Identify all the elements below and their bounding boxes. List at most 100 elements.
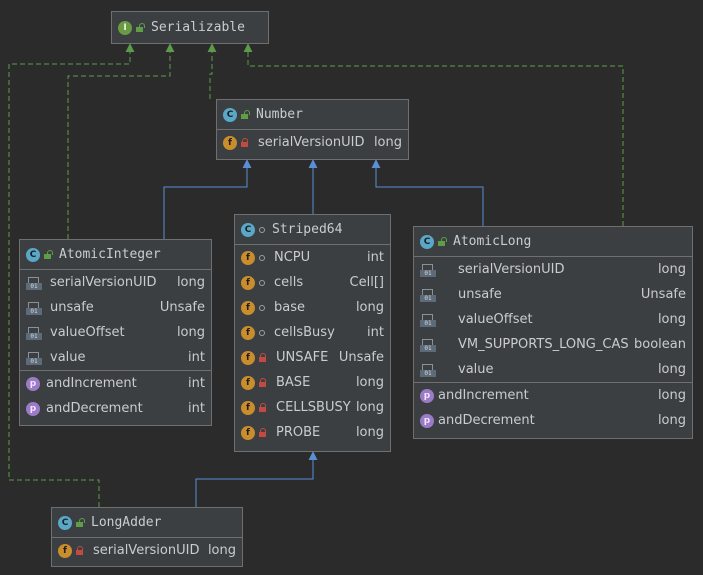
field-row[interactable]: f serialVersionUID long xyxy=(217,130,408,155)
field-name: base xyxy=(274,300,305,315)
static-field-icon: f xyxy=(241,350,255,365)
node-atomiclong-header: C AtomicLong xyxy=(414,227,692,257)
field-name: BASE xyxy=(276,375,311,390)
private-lock-icon xyxy=(258,352,268,363)
field-row[interactable]: 01 unsafe Unsafe xyxy=(414,282,692,307)
binary-field-icon: 01 xyxy=(26,276,42,290)
field-row[interactable]: f base long xyxy=(235,295,390,320)
field-icon: f xyxy=(241,275,255,290)
field-name: cellsBusy xyxy=(274,325,335,340)
static-field-icon: f xyxy=(241,400,255,415)
node-atomiclong[interactable]: C AtomicLong 01 serialVersionUID long 01… xyxy=(413,226,693,439)
field-row[interactable]: 01 serialVersionUID long xyxy=(20,270,211,295)
node-atomicinteger[interactable]: C AtomicInteger 01 serialVersionUID long… xyxy=(19,239,212,426)
binary-field-icon: 01 xyxy=(420,313,436,327)
field-type: long xyxy=(176,325,205,340)
property-icon: p xyxy=(420,388,434,403)
property-row[interactable]: p andDecrement long xyxy=(414,408,692,433)
property-name: andIncrement xyxy=(438,388,529,403)
field-row[interactable]: 01 serialVersionUID long xyxy=(414,257,692,282)
public-lock-icon xyxy=(437,236,447,247)
package-private-icon xyxy=(258,226,266,234)
edge-longadder-extends-striped64 xyxy=(195,451,318,507)
property-row[interactable]: p andIncrement int xyxy=(20,371,211,396)
private-lock-icon xyxy=(258,377,268,388)
field-name: serialVersionUID xyxy=(93,543,200,558)
class-icon: C xyxy=(420,234,434,249)
node-title: Number xyxy=(256,107,303,122)
field-type: Unsafe xyxy=(640,287,686,302)
property-icon: p xyxy=(420,413,434,428)
field-row[interactable]: 01 value int xyxy=(20,345,211,370)
field-row[interactable]: f PROBE long xyxy=(235,420,390,445)
field-row[interactable]: 01 unsafe Unsafe xyxy=(20,295,211,320)
static-field-icon: f xyxy=(241,375,255,390)
binary-field-icon: 01 xyxy=(26,301,42,315)
node-number[interactable]: C Number f serialVersionUID long xyxy=(216,99,409,160)
property-name: andIncrement xyxy=(46,376,137,391)
field-type: long xyxy=(355,375,384,390)
edge-number-implements-serializable xyxy=(207,43,217,99)
node-longadder-header: C LongAdder xyxy=(52,508,242,538)
field-name: PROBE xyxy=(276,425,321,440)
class-icon: C xyxy=(26,247,40,262)
property-row[interactable]: p andDecrement int xyxy=(20,396,211,421)
field-type: int xyxy=(188,350,205,365)
package-private-icon xyxy=(258,329,266,337)
property-section: p andIncrement int p andDecrement int xyxy=(20,371,211,421)
public-lock-icon xyxy=(43,249,53,260)
node-striped64-header: C Striped64 xyxy=(235,215,390,245)
package-private-icon xyxy=(258,279,266,287)
field-type: long xyxy=(657,362,686,377)
property-icon: p xyxy=(26,401,40,416)
field-type: int xyxy=(367,250,384,265)
abstract-class-icon: C xyxy=(241,222,255,237)
binary-field-icon: 01 xyxy=(26,326,42,340)
private-lock-icon xyxy=(240,137,250,148)
field-row[interactable]: 01 VM_SUPPORTS_LONG_CAS boolean xyxy=(414,332,692,357)
field-row[interactable]: 01 valueOffset long xyxy=(20,320,211,345)
field-type: long xyxy=(355,300,384,315)
field-row[interactable]: f CELLSBUSY long xyxy=(235,395,390,420)
field-type: Cell[] xyxy=(349,275,384,290)
field-type: long xyxy=(657,262,686,277)
binary-field-icon: 01 xyxy=(420,338,436,352)
property-icon: p xyxy=(26,376,40,391)
field-row[interactable]: f UNSAFE Unsafe xyxy=(235,345,390,370)
field-name: CELLSBUSY xyxy=(276,400,351,415)
field-row[interactable]: 01 value long xyxy=(414,357,692,382)
property-type: int xyxy=(188,376,205,391)
property-row[interactable]: p andIncrement long xyxy=(414,383,692,408)
property-name: andDecrement xyxy=(46,401,143,416)
node-longadder[interactable]: C LongAdder f serialVersionUID long xyxy=(51,507,243,567)
field-row[interactable]: f NCPU int xyxy=(235,245,390,270)
field-type: long xyxy=(355,400,384,415)
node-striped64[interactable]: C Striped64 f NCPU int f cells Cell[] f … xyxy=(234,214,391,452)
field-row[interactable]: f cellsBusy int xyxy=(235,320,390,345)
property-name: andDecrement xyxy=(438,413,535,428)
node-title: AtomicInteger xyxy=(59,247,161,262)
field-name: value xyxy=(458,362,494,377)
field-row[interactable]: f serialVersionUID long xyxy=(52,538,242,563)
field-type: long xyxy=(657,312,686,327)
field-row[interactable]: f cells Cell[] xyxy=(235,270,390,295)
node-serializable[interactable]: I Serializable xyxy=(111,11,269,44)
field-name: unsafe xyxy=(458,287,502,302)
field-section: 01 serialVersionUID long 01 unsafe Unsaf… xyxy=(20,270,211,371)
private-lock-icon xyxy=(258,402,268,413)
field-type: Unsafe xyxy=(159,300,205,315)
public-lock-icon xyxy=(135,22,145,33)
field-name: valueOffset xyxy=(458,312,533,327)
field-name: serialVersionUID xyxy=(258,135,365,150)
field-row[interactable]: f BASE long xyxy=(235,370,390,395)
property-section: p andIncrement long p andDecrement long xyxy=(414,383,692,433)
field-icon: f xyxy=(241,325,255,340)
field-type: long xyxy=(176,275,205,290)
private-lock-icon xyxy=(258,427,268,438)
node-title: LongAdder xyxy=(91,515,162,530)
field-type: boolean xyxy=(634,337,686,352)
node-number-header: C Number xyxy=(217,100,408,130)
field-name: VM_SUPPORTS_LONG_CAS xyxy=(458,337,629,352)
binary-field-icon: 01 xyxy=(420,363,436,377)
field-row[interactable]: 01 valueOffset long xyxy=(414,307,692,332)
